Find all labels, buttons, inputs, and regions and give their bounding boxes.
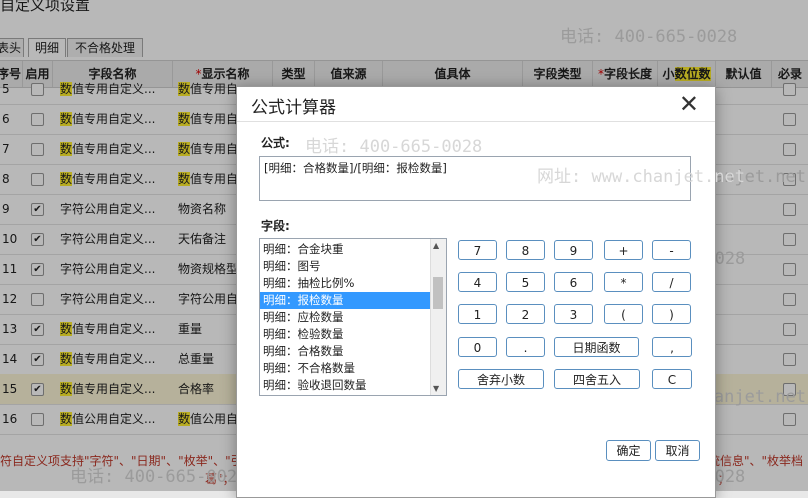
key-divide[interactable]: / xyxy=(652,272,691,292)
key-left-paren[interactable]: ( xyxy=(604,304,643,324)
date-function-button[interactable]: 日期函数 xyxy=(554,337,639,357)
field-list-item[interactable]: 明细：图号 xyxy=(260,258,446,275)
key-2[interactable]: 2 xyxy=(506,304,545,324)
ok-button[interactable]: 确定 xyxy=(606,440,651,461)
watermark-phone: 电话: 400-665-0028 xyxy=(305,137,483,157)
key-8[interactable]: 8 xyxy=(506,240,545,260)
formula-label: 公式: xyxy=(261,136,290,150)
key-3[interactable]: 3 xyxy=(554,304,593,324)
clear-button[interactable]: C xyxy=(652,369,692,389)
field-list-item[interactable]: 明细：合金块重 xyxy=(260,241,446,258)
formula-calculator-dialog: 公式计算器 ✕ 公式: [明细：合格数量]/[明细：报检数量] 电话: 400-… xyxy=(236,86,745,498)
watermark-site: 网址: www.chanjet.net xyxy=(537,167,745,187)
field-list-item[interactable]: 明细：不合格数量 xyxy=(260,360,446,377)
field-list-item[interactable]: 明细：抽检比例% xyxy=(260,275,446,292)
key-comma[interactable]: , xyxy=(652,337,692,357)
close-icon[interactable]: ✕ xyxy=(679,90,699,118)
key-multiply[interactable]: * xyxy=(604,272,643,292)
field-listbox[interactable]: 明细：合金块重 明细：图号 明细：抽检比例% 明细：报检数量 明细：应检数量 明细：检验数… xyxy=(259,238,447,396)
scroll-up-icon[interactable]: ▲ xyxy=(433,241,439,250)
key-5[interactable]: 5 xyxy=(506,272,545,292)
field-list-item[interactable]: 明细：检验数量 xyxy=(260,326,446,343)
field-list-item[interactable]: 明细：合格数量 xyxy=(260,343,446,360)
key-6[interactable]: 6 xyxy=(554,272,593,292)
round-button[interactable]: 四舍五入 xyxy=(554,369,640,389)
key-7[interactable]: 7 xyxy=(458,240,497,260)
key-9[interactable]: 9 xyxy=(554,240,593,260)
field-list-item[interactable]: 明细：验收退回数量 xyxy=(260,377,446,394)
field-items: 明细：合金块重 明细：图号 明细：抽检比例% 明细：报检数量 明细：应检数量 明细：检验数… xyxy=(260,241,446,394)
key-0[interactable]: 0 xyxy=(458,337,497,357)
dialog-title: 公式计算器 xyxy=(251,98,336,118)
list-scrollbar[interactable]: ▲ ▼ xyxy=(430,239,446,395)
key-minus[interactable]: - xyxy=(652,240,691,260)
key-1[interactable]: 1 xyxy=(458,304,497,324)
key-dot[interactable]: . xyxy=(506,337,545,357)
discard-decimals-button[interactable]: 舍弃小数 xyxy=(458,369,544,389)
scroll-down-icon[interactable]: ▼ xyxy=(433,384,439,393)
key-plus[interactable]: + xyxy=(604,240,643,260)
field-label: 字段: xyxy=(261,219,290,233)
dialog-divider xyxy=(237,121,715,122)
key-right-paren[interactable]: ) xyxy=(652,304,691,324)
cancel-button[interactable]: 取消 xyxy=(655,440,700,461)
field-list-item[interactable]: 明细：应检数量 xyxy=(260,309,446,326)
field-list-item[interactable]: 明细：报检数量 xyxy=(260,292,446,309)
key-4[interactable]: 4 xyxy=(458,272,497,292)
scroll-thumb[interactable] xyxy=(433,277,443,309)
